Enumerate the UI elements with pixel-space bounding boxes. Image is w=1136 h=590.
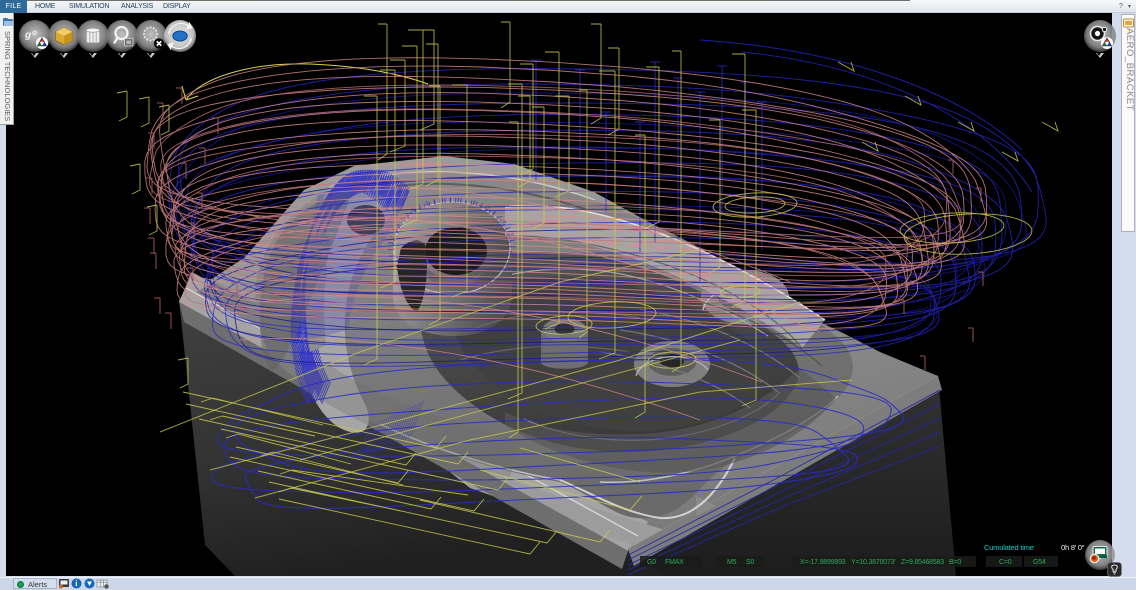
- svg-text:o: o: [32, 28, 37, 37]
- svg-text:G0: G0: [647, 559, 656, 566]
- svg-text:Y=10.3870073′: Y=10.3870073′: [851, 559, 896, 566]
- svg-text:Z=9.85468583: Z=9.85468583: [901, 559, 944, 566]
- svg-text:g: g: [24, 30, 31, 41]
- svg-text:M5: M5: [727, 559, 737, 566]
- svg-text:FMAX: FMAX: [665, 559, 684, 566]
- svg-text:0h 8′ 0″: 0h 8′ 0″: [1061, 543, 1085, 552]
- svg-text:X=-17.9899993: X=-17.9899993: [800, 559, 846, 566]
- svg-text:Cumulated time: Cumulated time: [984, 543, 1034, 552]
- svg-text:B=0: B=0: [949, 559, 961, 566]
- svg-text:C=0: C=0: [999, 559, 1012, 566]
- svg-text:G54: G54: [1033, 559, 1046, 566]
- svg-text:S0: S0: [746, 559, 754, 566]
